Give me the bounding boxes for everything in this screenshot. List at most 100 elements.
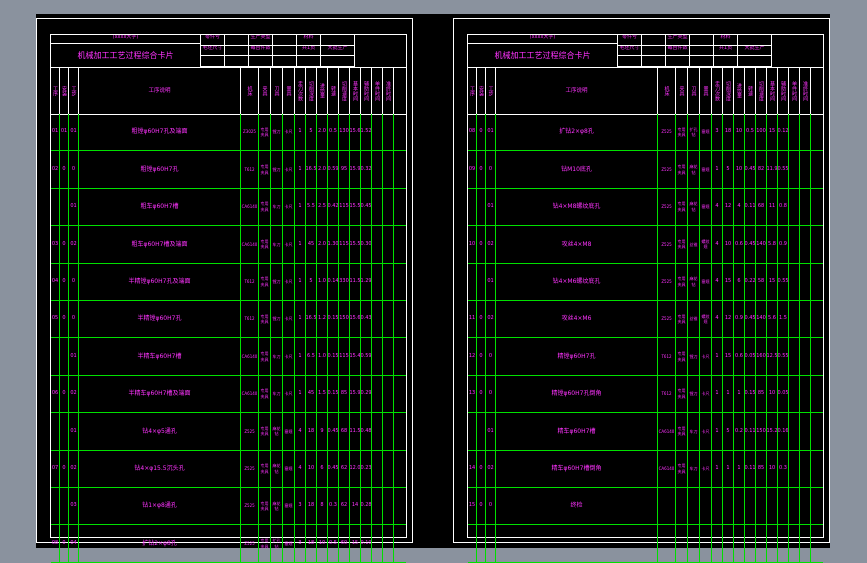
table-row[interactable]: 07 0 02 钻4×φ15.5沉头孔 Z525 专用夹具 麻花钻 塞规 4 10 6 0.45 62 1… xyxy=(51,450,406,488)
title-block-field xyxy=(297,56,321,67)
table-cell: Z3025 xyxy=(241,114,259,151)
table-cell: 150 xyxy=(339,301,350,338)
table-cell xyxy=(372,226,383,263)
table-cell: 塞规 xyxy=(700,263,712,300)
table-cell: 专用夹具 xyxy=(676,263,688,300)
header-cell: 单件时间 xyxy=(789,67,800,114)
title-block-field: 零件号 xyxy=(618,35,642,46)
table-cell xyxy=(372,488,383,525)
table-row[interactable]: 08 0 01 扩钻2×φ8孔 Z525 专用夹具 扩孔钻 塞规 3 18 10 0.5 100 15 0.… xyxy=(468,114,823,152)
table-row[interactable]: 10 0 02 攻丝4×M8 Z525 专用夹具 丝锥 螺纹规 4 10 0.6 0.45 140 5.8… xyxy=(468,226,823,264)
table-row[interactable]: 01 精车φ60H7槽 CA6140 专用夹具 车刀 卡尺 1 5 0.2 0.11 150 15.2… xyxy=(468,413,823,451)
table-cell xyxy=(723,525,734,562)
title-block-field xyxy=(738,56,772,67)
table-cell xyxy=(789,188,800,226)
table-cell: 1.0 xyxy=(317,263,328,300)
table-row[interactable]: 14 0 02 精车φ60H7槽倒角 CA6140 专用夹具 车刀 卡尺 1 1 1 0.11 85 10… xyxy=(468,450,823,488)
table-cell xyxy=(789,114,800,151)
table-cell: 塞规 xyxy=(283,488,295,525)
header-cell: 进给量 xyxy=(734,67,745,114)
title-block: (xxxx大学) 机械加工工艺过程综合卡片 零件号 毛坯尺寸 生产类型 每台件数 材料 共1页… xyxy=(51,35,406,68)
table-row[interactable]: 01 钻4×M8螺纹底孔 Z525 专用夹具 麻花钻 塞规 4 12 4 0.11 68 11 0.8 xyxy=(468,188,823,227)
table-cell: T612 xyxy=(658,375,676,413)
table-row[interactable]: 01 粗车φ60H7槽 CA6140 专用夹具 车刀 卡尺 1 5.5 2.5 0.42 115 15… xyxy=(51,188,406,227)
table-cell: 卡尺 xyxy=(283,375,295,413)
table-cell: 18 xyxy=(306,413,317,450)
table-cell xyxy=(800,488,811,525)
sheet-left[interactable]: (xxxx大学) 机械加工工艺过程综合卡片 零件号 毛坯尺寸 生产类型 每台件数 材料 共1页… xyxy=(36,18,413,563)
operation-description: 粗车φ60H7槽 xyxy=(79,188,241,226)
table-row[interactable]: 12 0 0 精镗φ60H7孔 T612 专用夹具 镗刀 卡尺 1 15 0.6 0.05 160 12.… xyxy=(468,338,823,376)
table-cell: 卡尺 xyxy=(700,413,712,450)
table-cell: 0.15 xyxy=(745,375,756,413)
table-row[interactable]: 06 0 02 半精车φ60H7槽及端面 CA6140 专用夹具 车刀 卡尺 1 45 1.5 0.1… xyxy=(51,375,406,414)
table-cell: 10 xyxy=(734,114,745,151)
table-row[interactable]: 09 0 0 钻M10底孔 Z525 专用夹具 麻花钻 塞规 1 5 10 0.45 82 11.9 0.5… xyxy=(468,151,823,189)
header-cell: 准终时间 xyxy=(800,67,811,114)
table-cell: 95 xyxy=(339,151,350,188)
table-cell: 镗刀 xyxy=(688,338,700,375)
table-cell xyxy=(734,488,745,525)
title-block-field: 毛坯尺寸 xyxy=(618,45,642,57)
table-row[interactable]: 01 01 01 粗镗φ60H7孔及端面 Z3025 专用夹具 镗刀 卡尺 1 5 2.0 0.5 13… xyxy=(51,114,406,152)
header-cell: 工序说明 xyxy=(79,67,241,114)
table-cell: 麻花钻 xyxy=(688,263,700,300)
table-cell: 01 xyxy=(486,413,496,450)
table-cell: 塞规 xyxy=(283,450,295,487)
table-cell: CA6140 xyxy=(658,450,676,487)
table-row[interactable]: 01 钻4×φ5通孔 Z525 专用夹具 麻花钻 塞规 4 18 9 0.45 68 11.5 0.48 xyxy=(51,413,406,451)
table-cell: 10 xyxy=(734,151,745,188)
title-block-field: 零件号 xyxy=(201,35,225,46)
table-row[interactable]: 01 钻4×M6螺纹底孔 Z525 专用夹具 麻花钻 塞规 4 15 6 0.22 58 15 0.55 xyxy=(468,263,823,301)
table-row[interactable]: 11 0 02 攻丝4×M6 Z525 专用夹具 丝锥 螺纹规 4 12 0.9 0.45 140 5.6… xyxy=(468,301,823,339)
table-row[interactable] xyxy=(468,525,823,563)
drawing-canvas[interactable]: (xxxx大学) 机械加工工艺过程综合卡片 零件号 毛坯尺寸 生产类型 每台件数 材料 共1页… xyxy=(36,14,830,563)
table-cell: 0.28 xyxy=(361,488,372,525)
table-cell: 塞规 xyxy=(700,114,712,151)
table-cell: 03 xyxy=(51,226,60,263)
title-block-field: 大批生产 xyxy=(738,45,772,57)
table-row[interactable]: 03 钻1×φ8通孔 Z525 专用夹具 麻花钻 塞规 3 18 8 0.3 62 14 0.28 xyxy=(51,488,406,526)
sheet-right[interactable]: (xxxx大学) 机械加工工艺过程综合卡片 零件号 毛坯尺寸 生产类型 每台件数 材料 共1页… xyxy=(453,18,830,563)
header-cell: 基本时间 xyxy=(767,67,778,114)
table-cell: 0.15 xyxy=(328,338,339,375)
table-cell: 330 xyxy=(339,263,350,300)
table-cell xyxy=(789,151,800,188)
title-block-field xyxy=(225,45,249,57)
table-row[interactable]: 15 0 0 终检 xyxy=(468,488,823,526)
operation-description: 粗镗φ60H7孔及端面 xyxy=(79,114,241,151)
table-cell: 0.15 xyxy=(328,375,339,413)
table-cell: Z525 xyxy=(658,226,676,263)
table-cell xyxy=(372,413,383,450)
table-cell: 10 xyxy=(767,375,778,413)
table-row[interactable]: 08 0 04 扩钻2×φ8孔 Z525 专用夹具 扩孔钻 塞规 3 18 10 0.5 60 15 0.1… xyxy=(51,525,406,563)
table-row[interactable]: 03 0 02 粗车φ60H7槽及端面 CA6140 专用夹具 车刀 卡尺 1 45 2.0 1.30… xyxy=(51,226,406,264)
table-cell: 15.9 xyxy=(350,151,361,188)
table-cell: 4 xyxy=(712,188,723,226)
table-row[interactable]: 05 0 0 半精镗φ60H7孔 T612 专用夹具 镗刀 卡尺 1 16.5 1.2 0.15 150… xyxy=(51,301,406,339)
table-row[interactable]: 01 半精车φ60H7槽 CA6140 专用夹具 车刀 卡尺 1 6.5 1.0 0.15 115 1… xyxy=(51,338,406,376)
table-cell xyxy=(800,114,811,151)
table-cell: 0.05 xyxy=(745,338,756,375)
table-row[interactable]: 13 0 0 精镗φ60H7孔倒角 T612 专用夹具 镗刀 卡尺 1 1 1 0.15 85 10 0.0… xyxy=(468,375,823,414)
table-cell: 150 xyxy=(756,413,767,450)
title-block-field xyxy=(225,56,249,67)
title-block-field xyxy=(642,56,666,67)
table-body: 08 0 01 扩钻2×φ8孔 Z525 专用夹具 扩孔钻 塞规 3 18 10 0.5 100 15 0.… xyxy=(468,114,823,563)
table-cell: 1 xyxy=(295,301,306,338)
table-cell xyxy=(800,188,811,226)
table-cell: 专用夹具 xyxy=(259,226,271,263)
table-cell: Z525 xyxy=(241,488,259,525)
table-row[interactable]: 04 0 0 半精镗φ60H7孔及端面 T612 专用夹具 镗刀 卡尺 1 5 1.0 0.14 330… xyxy=(51,263,406,301)
operation-description: 钻M10底孔 xyxy=(496,151,658,188)
table-cell: 115 xyxy=(339,338,350,375)
title-block-field xyxy=(690,35,714,46)
table-cell: 0 xyxy=(477,450,486,487)
table-cell: 09 xyxy=(468,151,477,188)
table-cell: 1 xyxy=(712,375,723,413)
table-cell: Z525 xyxy=(658,151,676,188)
table-row[interactable]: 02 0 0 粗镗φ60H7孔 T612 专用夹具 镗刀 卡尺 1 16.5 2.0 0.59 95 15… xyxy=(51,151,406,189)
table-cell: 0 xyxy=(486,488,496,525)
table-cell: 01 xyxy=(69,114,79,151)
table-cell xyxy=(383,413,394,450)
